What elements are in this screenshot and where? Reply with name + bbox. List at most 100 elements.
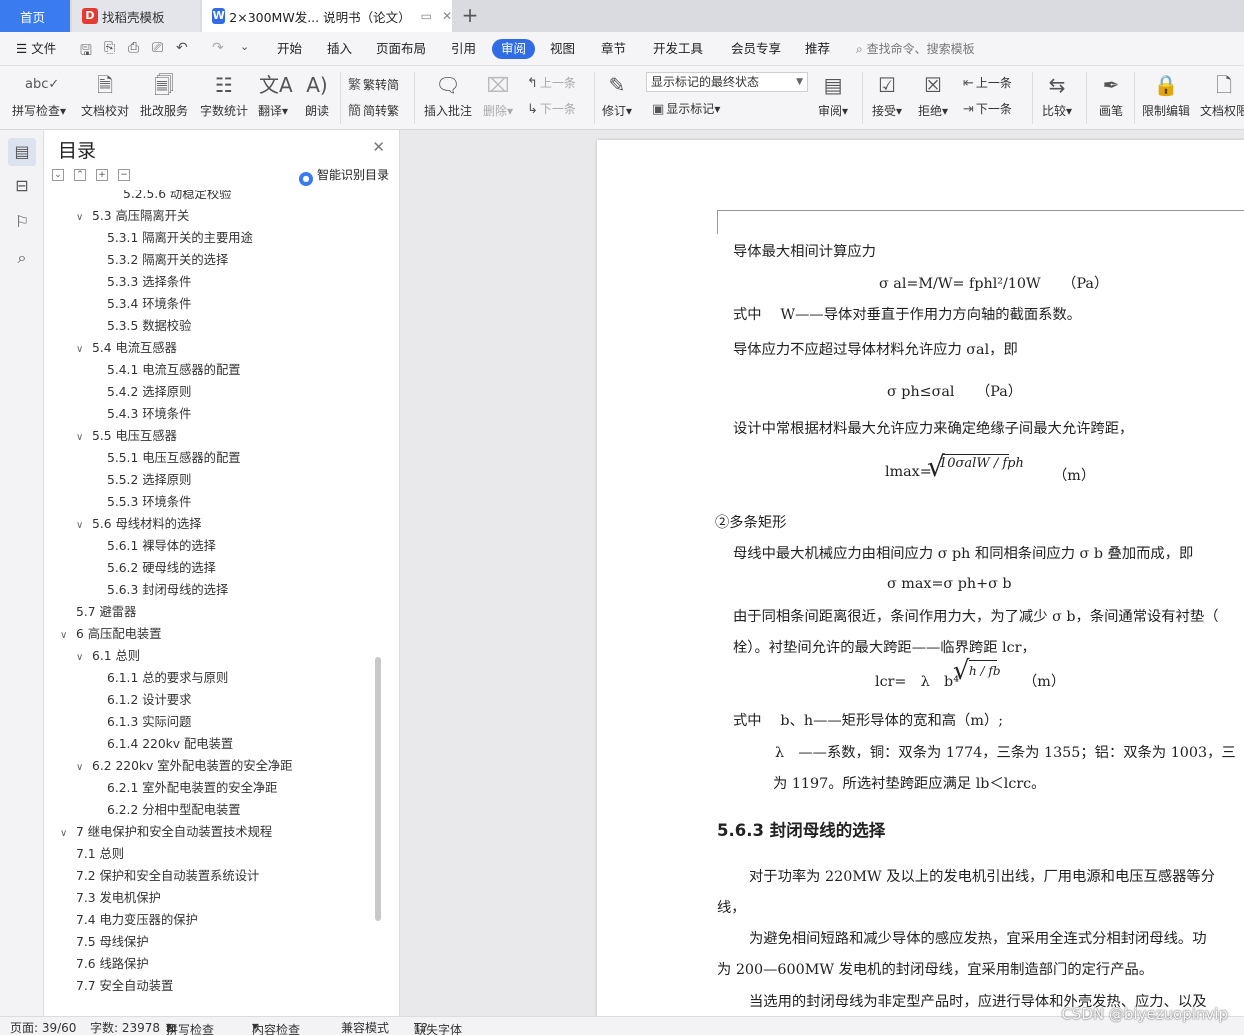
file-menu[interactable]: ☰ 文件 [16,39,56,59]
bookmark-icon[interactable]: ⚐ [8,208,36,236]
toc-item[interactable]: ∨ 6 高压配电装置 [60,623,162,645]
doc-permission-button[interactable]: 🗋 文档权限 [1200,70,1244,119]
document-canvas[interactable]: 导体最大相间计算应力 σ al=M/W= fphl²/10W （Pa） 式中 W… [400,130,1244,1016]
chevron-down-icon[interactable]: ∨ [60,625,76,647]
print-icon[interactable]: ⎙ [128,40,139,56]
toc-panel-icon[interactable]: ▤ [8,138,36,166]
toc-item[interactable]: ∨ 5.5 电压互感器 [76,425,177,447]
page-indicator[interactable]: 页面: 39/60 [10,1019,76,1035]
toc-item[interactable]: ∨ 5.3 高压隔离开关 [76,205,189,227]
toc-item[interactable]: 5.6.2 硬母线的选择 [107,557,216,579]
reject-button[interactable]: ☒ 拒绝▾ [918,70,948,119]
markup-state-select[interactable]: 显示标记的最终状态 ▼ [646,72,808,92]
toc-item[interactable]: 5.3.5 数据校验 [107,315,191,337]
menu-insert[interactable]: 插入 [327,39,352,59]
toc-item[interactable]: 5.5.1 电压互感器的配置 [107,447,241,469]
chevron-down-icon[interactable]: ∨ [76,647,92,669]
toc-item[interactable]: 6.1.4 220kv 配电装置 [107,733,233,755]
chevron-down-icon[interactable]: ∨ [76,207,92,229]
toc-item[interactable]: 6.1.3 实际问题 [107,711,191,733]
next-comment-button[interactable]: ↳ 下一条 [527,100,576,117]
command-search[interactable]: ⌕ 查找命令、搜索模板 [856,40,975,57]
smart-toc-button[interactable]: ● 智能识别目录 [298,166,389,186]
toc-item[interactable]: 5.6.1 裸导体的选择 [107,535,216,557]
show-markup-button[interactable]: ▣ 显示标记▾ [652,100,720,117]
status-content-check[interactable]: ⌕ 内容检查 ▾ [252,1019,300,1035]
simp-to-trad-button[interactable]: 簡简转繁 [348,100,399,119]
tab-templates[interactable]: D 找稻壳模板 [72,0,200,32]
toc-item[interactable]: 7.1 总则 [76,843,124,865]
toc-item[interactable]: 7.6 线路保护 [76,953,149,975]
remove-level-icon[interactable]: − [118,169,130,181]
prev-change-button[interactable]: ⇤ 上一条 [963,74,1012,91]
redo-icon[interactable]: ↷ [212,40,224,56]
add-level-icon[interactable]: + [96,169,108,181]
toc-item[interactable]: 5.4.2 选择原则 [107,381,191,403]
toc-item[interactable]: 5.6.3 封闭母线的选择 [107,579,228,601]
collapse-up-icon[interactable]: ⌃ [74,169,86,181]
menu-start[interactable]: 开始 [277,39,302,59]
toc-item[interactable]: 7.4 电力变压器的保护 [76,909,198,931]
word-count-button[interactable]: ☷ 字数统计 [200,70,248,119]
document-page[interactable]: 导体最大相间计算应力 σ al=M/W= fphl²/10W （Pa） 式中 W… [597,140,1244,1016]
word-count-indicator[interactable]: 字数: 23978 [90,1019,160,1035]
tab-document[interactable]: W 2×300MW发... 说明书（论文） ▭ ✕ [202,0,452,32]
toc-item[interactable]: 5.3.1 隔离开关的主要用途 [107,227,253,249]
toc-item[interactable]: 7.3 发电机保护 [76,887,161,909]
menu-chapter[interactable]: 章节 [601,39,626,59]
chapter-panel-icon[interactable]: ⊟ [8,172,36,200]
next-change-button[interactable]: ⇥ 下一条 [963,100,1012,117]
new-tab-button[interactable]: + [458,4,482,28]
spell-check-button[interactable]: abc✓ 拼写检查▾ [12,70,66,119]
toc-item[interactable]: 5.5.3 环境条件 [107,491,191,513]
chevron-down-icon[interactable]: ∨ [76,515,92,537]
search-panel-icon[interactable]: ⌕ [8,244,36,272]
batch-service-button[interactable]: 🗐 批改服务 [140,70,188,119]
delete-comment-button[interactable]: ⌧ 删除▾ [483,70,513,119]
print-preview-icon[interactable]: ⎚ [152,40,163,56]
toc-item[interactable]: ∨ 6.2 220kv 室外配电装置的安全净距 [76,755,293,777]
tab-home[interactable]: 首页 [0,0,70,32]
export-pdf-icon[interactable]: ⎘ [104,40,115,56]
toc-item[interactable]: 5.2.5.6 动稳定校验 [123,190,231,205]
review-pane-button[interactable]: ▤ 审阅▾ [818,70,848,119]
chevron-down-icon[interactable]: ∨ [76,427,92,449]
menu-developer[interactable]: 开发工具 [653,39,703,59]
ink-button[interactable]: ✒ 画笔 [1097,70,1125,119]
toc-item[interactable]: ∨ 6.1 总则 [76,645,140,667]
customize-dropdown-icon[interactable]: ⌄ [240,40,249,53]
close-tab-icon[interactable]: ✕ [442,9,452,23]
accept-button[interactable]: ☑ 接受▾ [872,70,902,119]
track-changes-button[interactable]: ✎ 修订▾ [602,70,632,119]
toc-item[interactable]: 6.1.1 总的要求与原则 [107,667,228,689]
toc-item[interactable]: 6.2.1 室外配电装置的安全净距 [107,777,277,799]
insert-comment-button[interactable]: 🗨 插入批注 [424,70,472,119]
toc-item[interactable]: 7.7 安全自动装置 [76,975,173,997]
prev-comment-button[interactable]: ↰ 上一条 [527,74,576,91]
monitor-icon[interactable]: ▭ [421,9,432,23]
toc-item[interactable]: ∨ 5.4 电流互感器 [76,337,177,359]
toc-item[interactable]: 5.3.3 选择条件 [107,271,191,293]
menu-view[interactable]: 视图 [550,39,575,59]
compare-button[interactable]: ⇆ 比较▾ [1042,70,1072,119]
toc-item[interactable]: 6.1.2 设计要求 [107,689,191,711]
menu-review[interactable]: 审阅 [492,39,536,59]
toc-item[interactable]: 6.2.2 分相中型配电装置 [107,799,241,821]
toc-item[interactable]: 5.7 避雷器 [76,601,136,623]
close-icon[interactable]: ✕ [372,138,385,156]
toc-item[interactable]: 5.4.3 环境条件 [107,403,191,425]
expand-down-icon[interactable]: ⌄ [52,169,64,181]
chevron-down-icon[interactable]: ∨ [60,823,76,845]
toc-item[interactable]: 7.2 保护和安全自动装置系统设计 [76,865,259,887]
toc-item[interactable]: 5.3.2 隔离开关的选择 [107,249,228,271]
status-spell-check[interactable]: ⊠ 拼写检查 ▾ [166,1019,214,1035]
trad-to-simp-button[interactable]: 繁繁转简 [348,74,399,93]
menu-recommend[interactable]: 推荐 [805,39,830,59]
toc-scrollbar[interactable] [375,657,381,921]
toc-item[interactable]: 5.3.4 环境条件 [107,293,191,315]
read-aloud-button[interactable]: A) 朗读 [303,70,331,119]
toc-item[interactable]: 7.5 母线保护 [76,931,149,953]
menu-member[interactable]: 会员专享 [731,39,781,59]
toc-item[interactable]: 5.5.2 选择原则 [107,469,191,491]
chevron-down-icon[interactable]: ∨ [76,339,92,361]
